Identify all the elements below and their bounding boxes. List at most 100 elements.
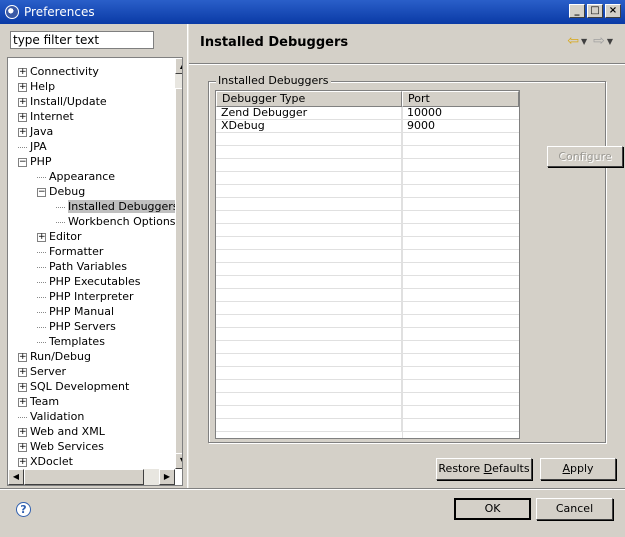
tree-item[interactable]: Formatter (37, 244, 103, 259)
tree-item[interactable]: JPA (18, 139, 47, 154)
vertical-scroll-thumb[interactable] (175, 88, 182, 458)
tree-item[interactable]: + Connectivity (18, 64, 99, 79)
tree-item[interactable]: + Java (18, 124, 53, 139)
collapse-icon[interactable]: − (37, 187, 46, 197)
tree-item[interactable]: Validation (18, 409, 84, 424)
scroll-up-button[interactable]: ▲ (175, 58, 182, 74)
tree-item[interactable]: + Server (18, 364, 66, 379)
tree-item[interactable]: Appearance (37, 169, 115, 184)
table-row[interactable] (216, 133, 519, 146)
table-row[interactable] (216, 237, 519, 250)
restore-defaults-mnemonic: D (483, 462, 493, 475)
expand-icon[interactable]: + (18, 397, 27, 407)
table-row[interactable] (216, 419, 519, 432)
scroll-left-button[interactable]: ◀ (8, 469, 24, 485)
expand-icon[interactable]: + (18, 67, 27, 77)
maximize-button[interactable]: □ (587, 4, 603, 18)
configure-button[interactable]: Configure (547, 146, 623, 167)
table-row[interactable] (216, 315, 519, 328)
debugger-type-cell (216, 237, 402, 249)
tree-item[interactable]: − Debug (37, 184, 85, 199)
port-cell (402, 211, 519, 223)
tree-item[interactable]: + Internet (18, 109, 74, 124)
forward-dropdown-icon[interactable]: ▼ (607, 37, 613, 46)
debugger-type-cell (216, 185, 402, 197)
tree-connector-icon (37, 266, 46, 268)
table-row[interactable] (216, 367, 519, 380)
help-icon[interactable]: ? (16, 502, 31, 517)
expand-icon[interactable]: + (18, 112, 27, 122)
forward-arrow-icon[interactable]: ⇨ (593, 34, 605, 48)
back-dropdown-icon[interactable]: ▼ (581, 37, 587, 46)
tree-item-label: Workbench Options (68, 215, 176, 228)
tree-item[interactable]: Path Variables (37, 259, 127, 274)
expand-icon[interactable]: + (18, 127, 27, 137)
tree-item[interactable]: PHP Executables (37, 274, 141, 289)
tree-item[interactable]: + Team (18, 394, 59, 409)
table-row[interactable] (216, 250, 519, 263)
restore-defaults-label-post: efaults (492, 462, 530, 475)
ok-button[interactable]: OK (454, 498, 531, 520)
back-arrow-icon[interactable]: ⇦ (567, 34, 579, 48)
table-row[interactable] (216, 380, 519, 393)
table-row[interactable] (216, 302, 519, 315)
table-row[interactable] (216, 224, 519, 237)
minimize-button[interactable]: _ (569, 4, 585, 18)
restore-defaults-button[interactable]: Restore Defaults (436, 458, 532, 480)
tree-item[interactable]: Templates (37, 334, 105, 349)
scroll-down-button[interactable]: ▼ (175, 453, 182, 469)
table-row[interactable] (216, 211, 519, 224)
table-row[interactable]: XDebug 9000 (216, 120, 519, 133)
filter-input[interactable] (10, 31, 154, 49)
table-row[interactable] (216, 159, 519, 172)
tree-item[interactable]: + Editor (37, 229, 82, 244)
expand-icon[interactable]: + (18, 82, 27, 92)
tree-item[interactable]: Workbench Options (56, 214, 176, 229)
column-header-port[interactable]: Port (402, 91, 519, 107)
horizontal-scrollbar[interactable]: ◀ ▶ (8, 469, 175, 485)
table-row[interactable] (216, 146, 519, 159)
vertical-scrollbar[interactable]: ▲ ▼ (175, 58, 182, 469)
tree-item[interactable]: + Run/Debug (18, 349, 91, 364)
tree-item[interactable]: − PHP (18, 154, 52, 169)
tree-item[interactable]: + SQL Development (18, 379, 129, 394)
table-row[interactable] (216, 328, 519, 341)
tree-item[interactable]: + Web and XML (18, 424, 105, 439)
tree-item[interactable]: + Help (18, 79, 55, 94)
table-row[interactable] (216, 393, 519, 406)
tree-item[interactable]: PHP Servers (37, 319, 116, 334)
table-row[interactable] (216, 263, 519, 276)
expand-icon[interactable]: + (18, 367, 27, 377)
expand-icon[interactable]: + (18, 457, 27, 467)
collapse-icon[interactable]: − (18, 157, 27, 167)
expand-icon[interactable]: + (18, 97, 27, 107)
tree-item[interactable]: + Web Services (18, 439, 104, 454)
cancel-button[interactable]: Cancel (536, 498, 613, 520)
table-row[interactable] (216, 172, 519, 185)
tree-item[interactable]: PHP Interpreter (37, 289, 134, 304)
horizontal-scroll-thumb[interactable] (24, 469, 144, 485)
table-row[interactable] (216, 354, 519, 367)
expand-icon[interactable]: + (18, 442, 27, 452)
scroll-right-button[interactable]: ▶ (159, 469, 175, 485)
column-header-debugger-type[interactable]: Debugger Type (216, 91, 402, 107)
table-row[interactable] (216, 289, 519, 302)
tree-item[interactable]: Installed Debuggers (56, 199, 179, 214)
port-cell (402, 354, 519, 366)
expand-icon[interactable]: + (18, 427, 27, 437)
table-header: Debugger Type Port (216, 91, 519, 107)
table-row[interactable] (216, 406, 519, 419)
table-row[interactable] (216, 198, 519, 211)
tree-item[interactable]: + Install/Update (18, 94, 107, 109)
expand-icon[interactable]: + (18, 352, 27, 362)
expand-icon[interactable]: + (18, 382, 27, 392)
apply-button[interactable]: Apply (540, 458, 616, 480)
debugger-type-cell: Zend Debugger (216, 107, 402, 119)
table-row[interactable] (216, 276, 519, 289)
expand-icon[interactable]: + (37, 232, 46, 242)
close-button[interactable]: × (605, 4, 621, 18)
tree-item[interactable]: + XDoclet (18, 454, 73, 469)
tree-item[interactable]: PHP Manual (37, 304, 114, 319)
table-row[interactable] (216, 341, 519, 354)
table-row[interactable] (216, 185, 519, 198)
